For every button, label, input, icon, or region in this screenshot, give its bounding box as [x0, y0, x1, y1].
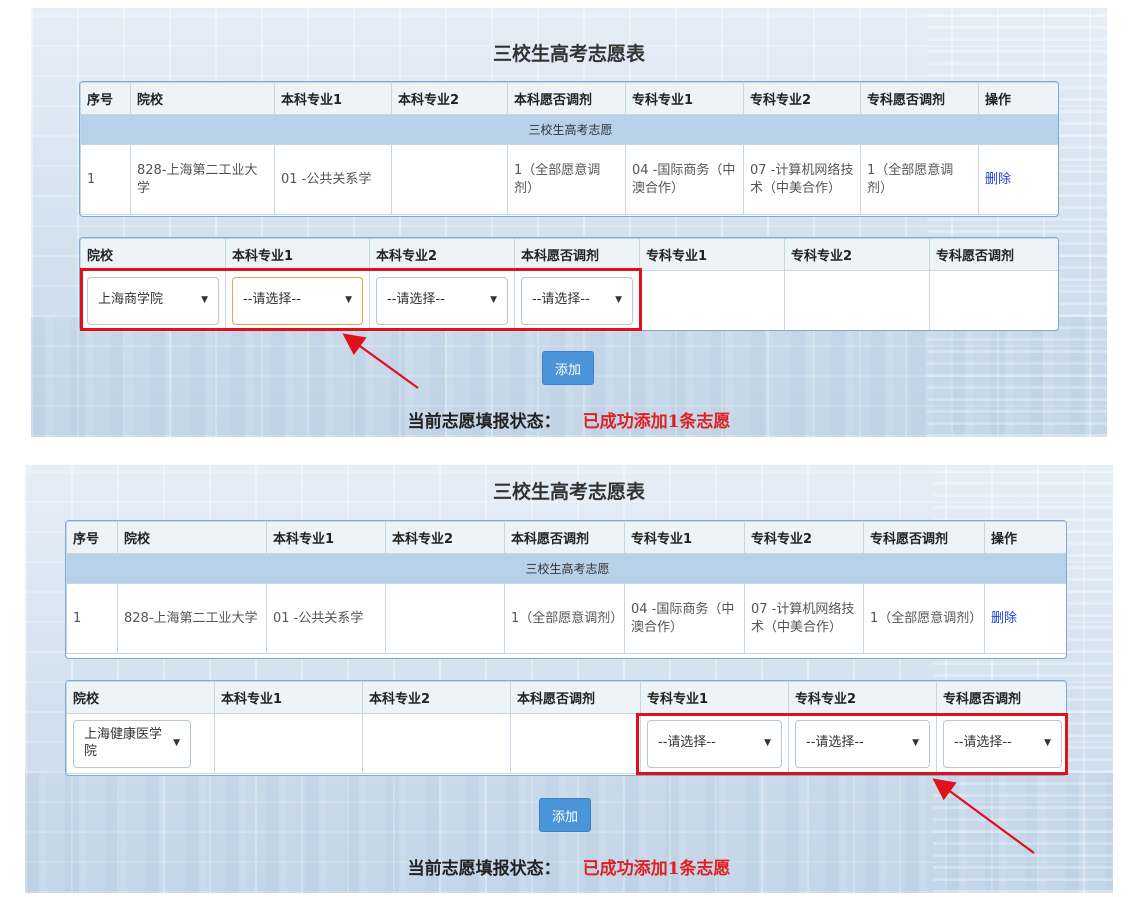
col-header-bachelor-major-1: 本科专业1 [274, 82, 392, 115]
cell-action: 删除 [978, 144, 1058, 215]
delete-link[interactable]: 删除 [991, 611, 1017, 626]
col-header-action: 操作 [984, 521, 1066, 554]
form-cell-bachelor-major-1 [214, 713, 363, 774]
cell-bachelor-adjust: 1（全部愿意调剂） [504, 583, 625, 654]
form-header-bachelor-major-1: 本科专业1 [214, 681, 363, 714]
col-header-college-adjust: 专科愿否调剂 [860, 82, 979, 115]
submission-status: 当前志愿填报状态： 已成功添加1条志愿 [25, 854, 1113, 879]
group-label: 三校生高考志愿 [66, 553, 1066, 584]
col-header-school: 院校 [130, 82, 275, 115]
col-header-index: 序号 [66, 521, 118, 554]
form-cell-bachelor-adjust [510, 713, 641, 774]
table-row: 1 828-上海第二工业大学 01 -公共关系学 1（全部愿意调剂） 04 -国… [66, 583, 1066, 654]
cell-index: 1 [80, 144, 131, 215]
group-label: 三校生高考志愿 [80, 114, 1058, 145]
form-header-college-major-2: 专科专业2 [784, 238, 930, 271]
cell-college-major-1: 04 -国际商务（中澳合作） [625, 144, 744, 215]
form-header-college-major-2: 专科专业2 [788, 681, 937, 714]
col-header-bachelor-adjust: 本科愿否调剂 [504, 521, 625, 554]
col-header-college-major-1: 专科专业1 [625, 82, 744, 115]
school-select[interactable]: 上海健康医学院 ▼ [73, 719, 191, 768]
cell-college-adjust: 1（全部愿意调剂） [863, 583, 985, 654]
cell-school: 828-上海第二工业大学 [117, 583, 267, 654]
page-title: 三校生高考志愿表 [492, 481, 645, 503]
table-header-row: 序号 院校 本科专业1 本科专业2 本科愿否调剂 专科专业1 专科专业2 专科愿… [80, 82, 1058, 115]
cell-college-major-2: 07 -计算机网络技术（中美合作） [743, 144, 861, 215]
highlight-box-college-selects [636, 713, 1068, 775]
form-header-bachelor-adjust: 本科愿否调剂 [510, 681, 641, 714]
school-select-value: 上海健康医学院 [84, 727, 163, 759]
application-list-table: 序号 院校 本科专业1 本科专业2 本科愿否调剂 专科专业1 专科专业2 专科愿… [65, 520, 1067, 659]
form-cell-college-adjust [929, 270, 1058, 330]
add-button[interactable]: 添加 [539, 798, 591, 832]
form-header-bachelor-adjust: 本科愿否调剂 [514, 238, 640, 271]
submission-status: 当前志愿填报状态： 已成功添加1条志愿 [31, 407, 1107, 432]
status-value: 已成功添加1条志愿 [582, 859, 731, 879]
cell-bachelor-major-1: 01 -公共关系学 [266, 583, 386, 654]
col-header-index: 序号 [80, 82, 131, 115]
col-header-action: 操作 [978, 82, 1058, 115]
status-value: 已成功添加1条志愿 [582, 412, 731, 432]
group-row: 三校生高考志愿 [80, 114, 1058, 145]
screen-panel-2: 三校生高考志愿表 序号 院校 本科专业1 本科专业2 本科愿否调剂 专科专业1 … [25, 465, 1113, 893]
status-label: 当前志愿填报状态： [407, 859, 561, 879]
form-header-bachelor-major-2: 本科专业2 [369, 238, 515, 271]
cell-bachelor-major-2 [391, 144, 508, 215]
form-header-row: 院校 本科专业1 本科专业2 本科愿否调剂 专科专业1 专科专业2 专科愿否调剂 [66, 681, 1066, 714]
form-header-bachelor-major-1: 本科专业1 [225, 238, 370, 271]
status-label: 当前志愿填报状态： [407, 412, 561, 432]
form-header-school: 院校 [66, 681, 215, 714]
chevron-down-icon: ▼ [173, 737, 180, 748]
cell-index: 1 [66, 583, 118, 654]
col-header-bachelor-major-2: 本科专业2 [391, 82, 508, 115]
table-header-row: 序号 院校 本科专业1 本科专业2 本科愿否调剂 专科专业1 专科专业2 专科愿… [66, 521, 1066, 554]
cell-school: 828-上海第二工业大学 [130, 144, 275, 215]
cell-bachelor-major-2 [385, 583, 505, 654]
cell-college-adjust: 1（全部愿意调剂） [860, 144, 979, 215]
delete-link[interactable]: 删除 [985, 172, 1011, 187]
col-header-bachelor-major-1: 本科专业1 [266, 521, 386, 554]
cell-college-major-1: 04 -国际商务（中澳合作） [624, 583, 745, 654]
form-header-bachelor-major-2: 本科专业2 [362, 681, 511, 714]
cell-bachelor-adjust: 1（全部愿意调剂） [507, 144, 626, 215]
form-cell-college-major-2 [784, 270, 930, 330]
form-header-school: 院校 [80, 238, 226, 271]
col-header-college-major-2: 专科专业2 [743, 82, 861, 115]
form-header-college-adjust: 专科愿否调剂 [936, 681, 1066, 714]
group-row: 三校生高考志愿 [66, 553, 1066, 584]
cell-bachelor-major-1: 01 -公共关系学 [274, 144, 392, 215]
add-button[interactable]: 添加 [542, 351, 594, 385]
form-header-college-adjust: 专科愿否调剂 [929, 238, 1058, 271]
col-header-college-major-1: 专科专业1 [624, 521, 745, 554]
page-title: 三校生高考志愿表 [492, 43, 645, 65]
col-header-bachelor-adjust: 本科愿否调剂 [507, 82, 626, 115]
table-row: 1 828-上海第二工业大学 01 -公共关系学 1（全部愿意调剂） 04 -国… [80, 144, 1058, 215]
application-list-table: 序号 院校 本科专业1 本科专业2 本科愿否调剂 专科专业1 专科专业2 专科愿… [79, 81, 1059, 217]
cell-college-major-2: 07 -计算机网络技术（中美合作） [744, 583, 864, 654]
col-header-college-adjust: 专科愿否调剂 [863, 521, 985, 554]
col-header-school: 院校 [117, 521, 267, 554]
form-header-row: 院校 本科专业1 本科专业2 本科愿否调剂 专科专业1 专科专业2 专科愿否调剂 [80, 238, 1058, 271]
col-header-bachelor-major-2: 本科专业2 [385, 521, 505, 554]
highlight-box-bachelor-selects [80, 268, 642, 331]
form-cell-college-major-1 [639, 270, 785, 330]
form-header-college-major-1: 专科专业1 [640, 681, 789, 714]
form-cell-bachelor-major-2 [362, 713, 511, 774]
form-header-college-major-1: 专科专业1 [639, 238, 785, 271]
screen-panel-1: 三校生高考志愿表 序号 院校 本科专业1 本科专业2 本科愿否调剂 专科专业1 … [31, 8, 1107, 437]
cell-action: 删除 [984, 583, 1066, 654]
form-cell-school: 上海健康医学院 ▼ [66, 713, 215, 774]
col-header-college-major-2: 专科专业2 [744, 521, 864, 554]
